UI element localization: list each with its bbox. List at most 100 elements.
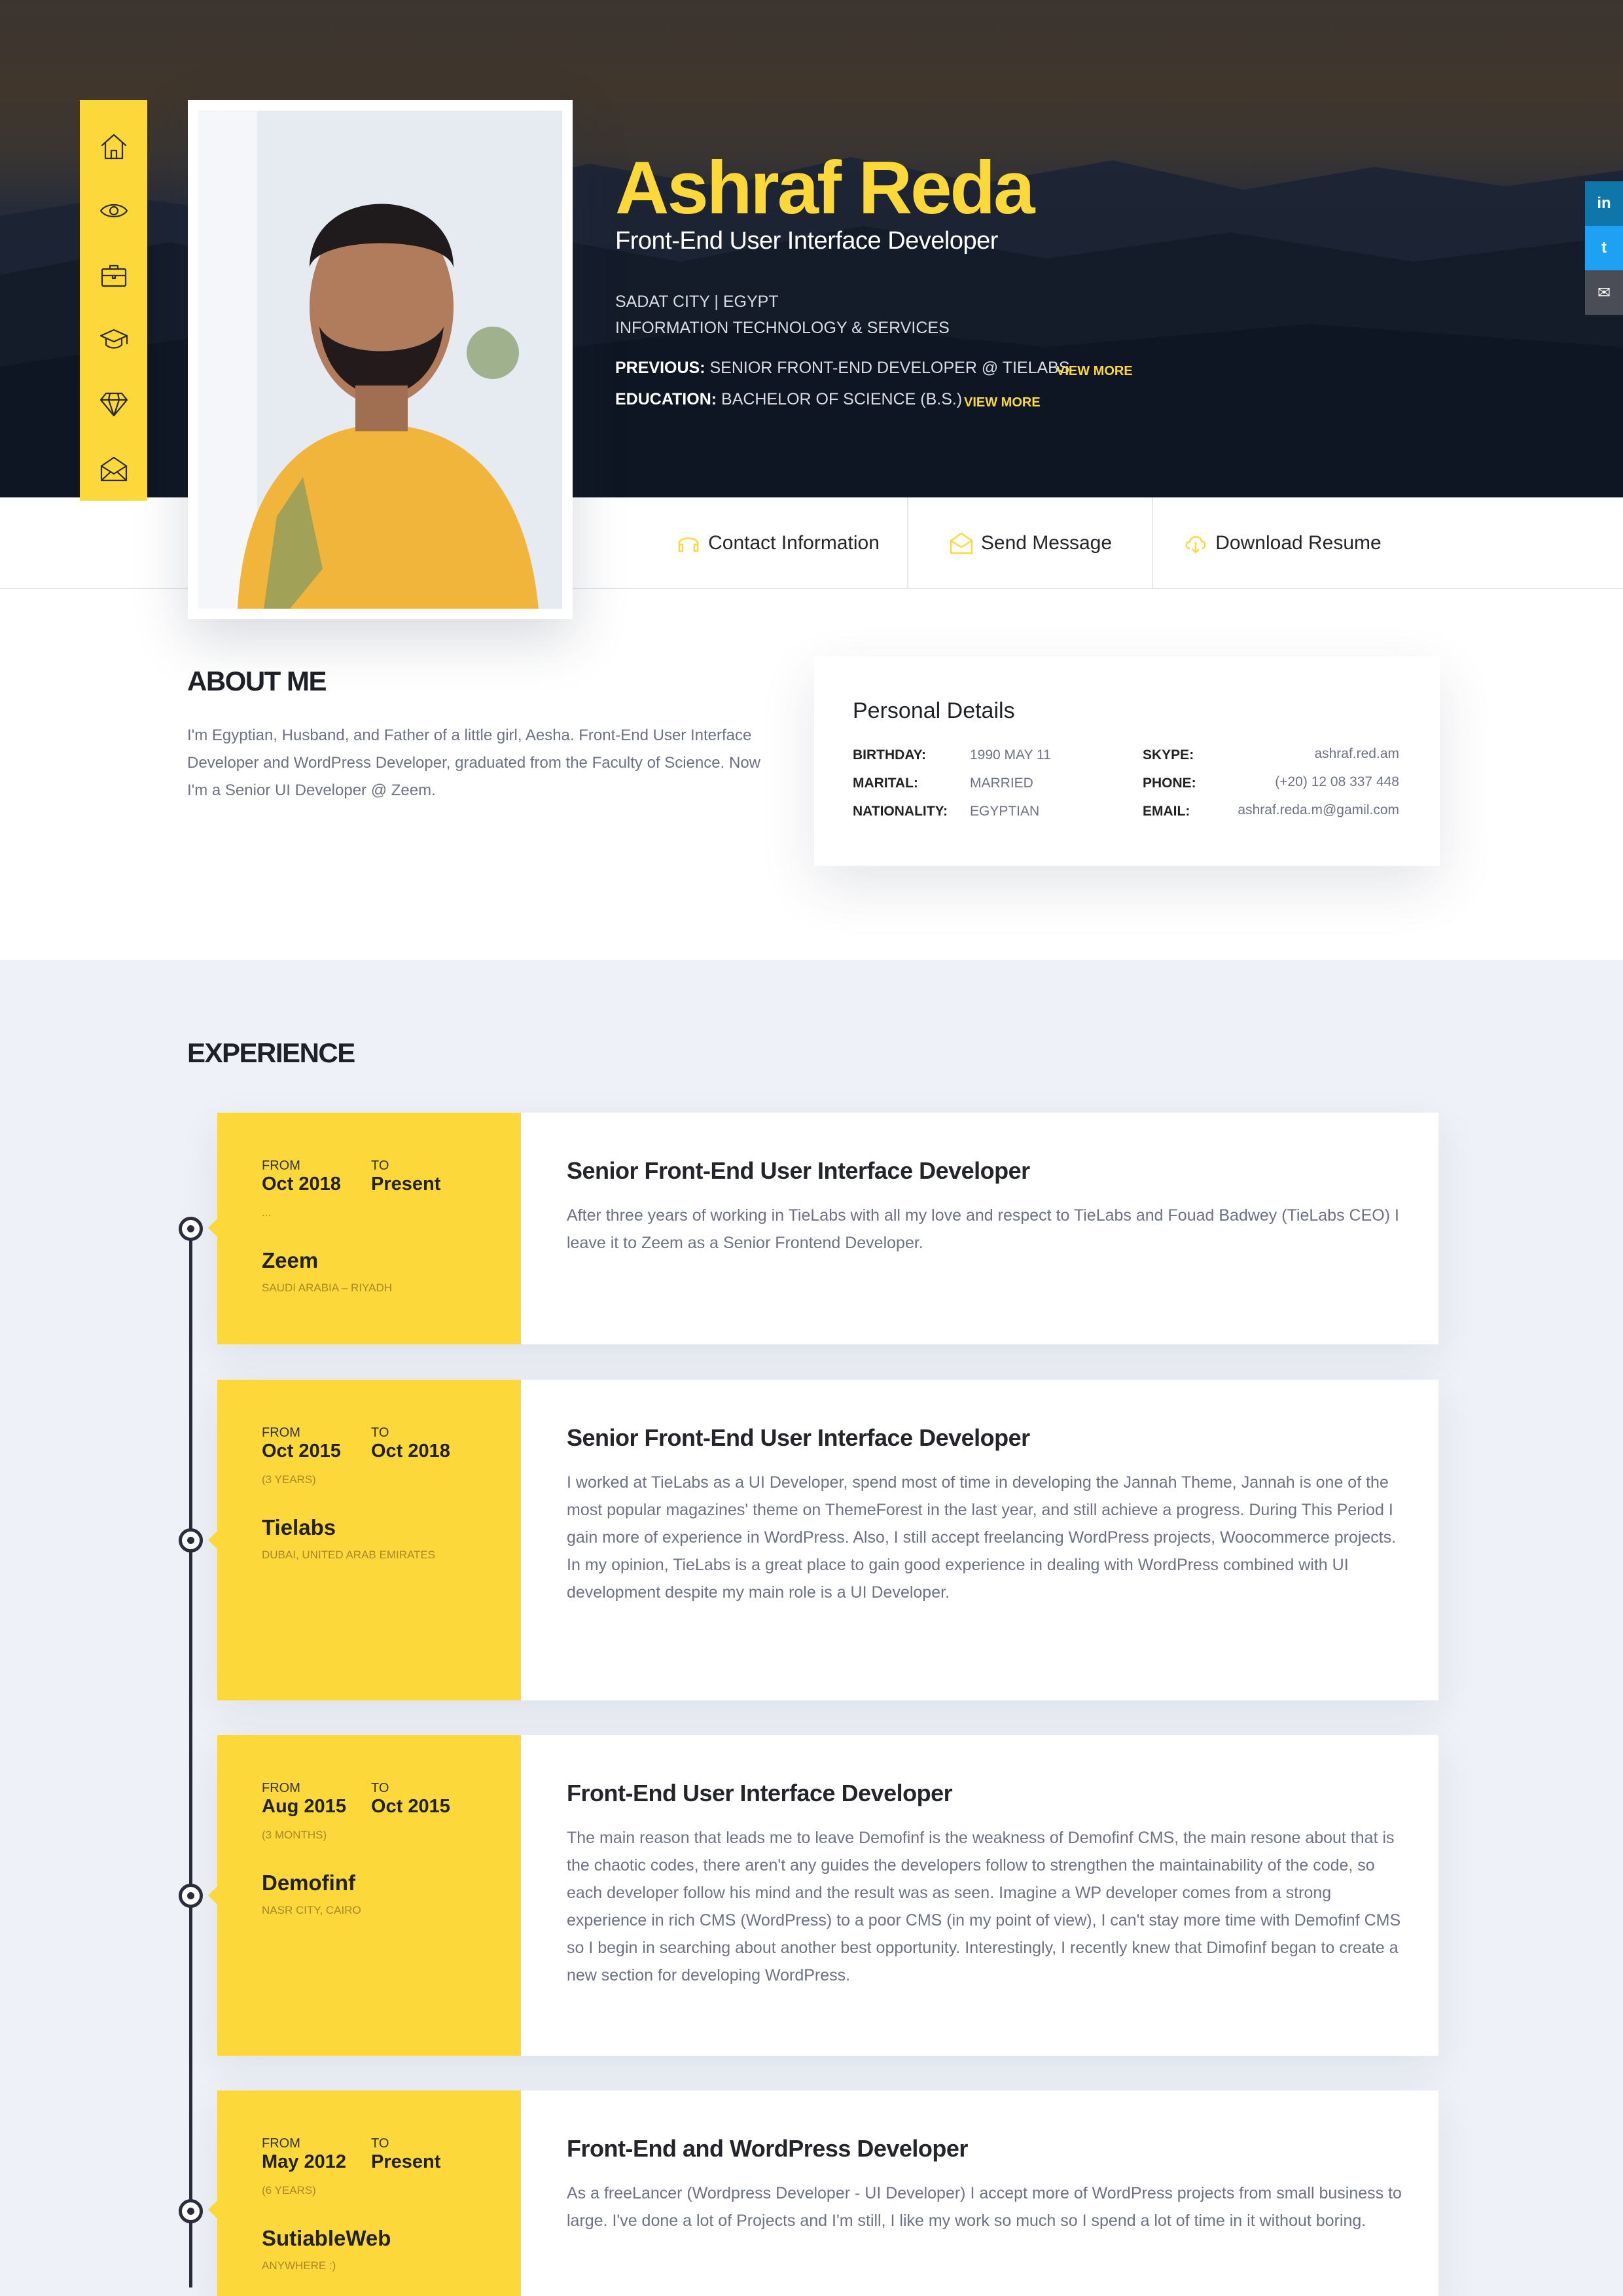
company-location: SAUDI ARABIA – RIYADH xyxy=(262,1282,393,1294)
timeline-dot xyxy=(179,1884,203,1908)
profile-industry: INFORMATION TECHNOLOGY & SERVICES xyxy=(615,319,950,337)
nationality-label: NATIONALITY: xyxy=(853,804,948,819)
experience-card: FROM TO May 2012 Present (6 YEARS) Sutia… xyxy=(208,2090,1438,2296)
previous-label: PREVIOUS: xyxy=(615,359,705,377)
birthday-label: BIRTHDAY: xyxy=(853,747,927,762)
diamond-icon xyxy=(99,393,128,417)
from-date: Aug 2015 xyxy=(262,1796,346,1817)
birthday-value: 1990 MAY 11 xyxy=(970,747,1051,762)
nav-about[interactable] xyxy=(80,179,147,243)
previous-view-more-link[interactable]: VIEW MORE xyxy=(1056,364,1133,379)
job-description: The main reason that leads me to leave D… xyxy=(567,1829,1401,1984)
briefcase-icon xyxy=(101,264,126,287)
company-name: Demofinf xyxy=(262,1871,355,1895)
contact-information-label: Contact Information xyxy=(708,532,880,554)
email-value: ashraf.reda.m@gamil.com xyxy=(1238,802,1399,817)
to-label: TO xyxy=(371,1781,389,1795)
personal-details-title: Personal Details xyxy=(853,698,1015,723)
eye-icon xyxy=(99,204,128,218)
to-label: TO xyxy=(371,1426,389,1440)
profile-location: SADAT CITY | EGYPT xyxy=(615,293,779,311)
from-date: Oct 2015 xyxy=(262,1441,341,1462)
from-label: FROM xyxy=(262,2136,300,2151)
experience-card-dates: FROM TO May 2012 Present (6 YEARS) Sutia… xyxy=(208,2090,521,2296)
nav-education[interactable] xyxy=(80,308,147,372)
contact-information-button[interactable]: Contact Information xyxy=(648,497,907,589)
to-date: Oct 2018 xyxy=(371,1441,450,1462)
education-label: EDUCATION: xyxy=(615,390,717,408)
duration: (3 YEARS) xyxy=(262,1473,316,1486)
from-date: May 2012 xyxy=(262,2151,346,2172)
profile-photo-frame xyxy=(188,100,573,619)
email-icon[interactable]: ✉ xyxy=(1585,270,1623,315)
about-title: ABOUT ME xyxy=(187,666,327,696)
from-date: Oct 2018 xyxy=(262,1174,341,1194)
experience-card: FROM TO Oct 2015 Oct 2018 (3 YEARS) Tiel… xyxy=(208,1380,1438,1700)
linkedin-icon[interactable]: in xyxy=(1585,181,1623,226)
personal-details-card: Personal Details BIRTHDAY: 1990 MAY 11 M… xyxy=(814,656,1440,866)
from-label: FROM xyxy=(262,1781,300,1795)
profile-name: Ashraf Reda xyxy=(615,147,1035,230)
home-icon xyxy=(101,134,126,160)
twitter-icon[interactable]: t xyxy=(1585,226,1623,270)
job-title: Senior Front-End User Interface Develope… xyxy=(567,1157,1030,1184)
download-resume-button[interactable]: Download Resume xyxy=(1152,497,1411,589)
from-label: FROM xyxy=(262,1426,300,1440)
timeline-line xyxy=(189,1227,192,2287)
experience-card-dates: FROM TO Oct 2018 Present ... Zeem SAUDI … xyxy=(208,1113,521,1344)
envelope-open-icon xyxy=(950,532,973,554)
company-location: DUBAI, UNITED ARAB EMIRATES xyxy=(262,1549,436,1561)
nav-skills[interactable] xyxy=(80,372,147,436)
nav-home[interactable] xyxy=(80,115,147,179)
education-view-more-link[interactable]: VIEW MORE xyxy=(964,395,1041,410)
previous-line: PREVIOUS: SENIOR FRONT-END DEVELOPER @ T… xyxy=(615,359,1070,378)
to-date: Present xyxy=(371,1174,441,1194)
timeline-dot xyxy=(179,1217,203,1241)
job-title: Front-End and WordPress Developer xyxy=(567,2135,968,2162)
experience-title: EXPERIENCE xyxy=(187,1037,355,1068)
duration: (6 YEARS) xyxy=(262,2184,316,2197)
experience-card: FROM TO Oct 2018 Present ... Zeem SAUDI … xyxy=(208,1113,1438,1344)
send-message-label: Send Message xyxy=(980,532,1113,554)
experience-card: FROM TO Aug 2015 Oct 2015 (3 MONTHS) Dem… xyxy=(208,1735,1438,2056)
experience-card-dates: FROM TO Oct 2015 Oct 2018 (3 YEARS) Tiel… xyxy=(208,1380,521,1700)
company-name: Zeem xyxy=(262,1248,319,1272)
education-value: BACHELOR OF SCIENCE (B.S.) xyxy=(721,390,963,408)
job-description: I worked at TieLabs as a UI Developer, s… xyxy=(567,1473,1397,1602)
phone-value: (+20) 12 08 337 448 xyxy=(1275,774,1399,789)
timeline-dot xyxy=(179,1528,203,1552)
from-label: FROM xyxy=(262,1158,300,1173)
skype-value: ashraf.red.am xyxy=(1314,746,1399,761)
twitter-glyph: t xyxy=(1601,239,1607,257)
skype-label: SKYPE: xyxy=(1143,747,1194,762)
nationality-value: EGYPTIAN xyxy=(970,804,1040,819)
graduation-cap-icon xyxy=(99,329,128,349)
email-glyph: ✉ xyxy=(1597,283,1611,302)
send-message-button[interactable]: Send Message xyxy=(907,497,1152,589)
job-title: Front-End User Interface Developer xyxy=(567,1780,953,1806)
linkedin-glyph: in xyxy=(1597,194,1611,212)
timeline-dot xyxy=(179,2199,203,2223)
job-description: After three years of working in TieLabs … xyxy=(567,1206,1399,1252)
nav-experience[interactable] xyxy=(80,243,147,308)
marital-value: MARRIED xyxy=(970,776,1033,791)
company-location: NASR CITY, CAIRO xyxy=(262,1904,361,1916)
profile-photo xyxy=(198,111,562,609)
envelope-icon xyxy=(100,456,127,481)
company-name: Tielabs xyxy=(262,1515,336,1539)
company-name: SutiableWeb xyxy=(262,2226,391,2250)
to-date: Oct 2015 xyxy=(371,1796,450,1817)
job-title: Senior Front-End User Interface Develope… xyxy=(567,1424,1030,1451)
phone-label: PHONE: xyxy=(1143,776,1196,791)
company-location: ANYWHERE :) xyxy=(262,2259,336,2272)
nav-contact[interactable] xyxy=(80,437,147,501)
experience-card-dates: FROM TO Aug 2015 Oct 2015 (3 MONTHS) Dem… xyxy=(208,1735,521,2056)
profile-role: Front-End User Interface Developer xyxy=(615,227,998,255)
job-description: As a freeLancer (Wordpress Developer - U… xyxy=(567,2184,1402,2230)
social-links: in t ✉ xyxy=(1585,181,1623,315)
education-line: EDUCATION: BACHELOR OF SCIENCE (B.S.) xyxy=(615,390,962,409)
headset-icon xyxy=(678,537,699,552)
side-navigation xyxy=(80,100,147,501)
cloud-download-icon xyxy=(1185,536,1206,554)
marital-label: MARITAL: xyxy=(853,776,918,791)
